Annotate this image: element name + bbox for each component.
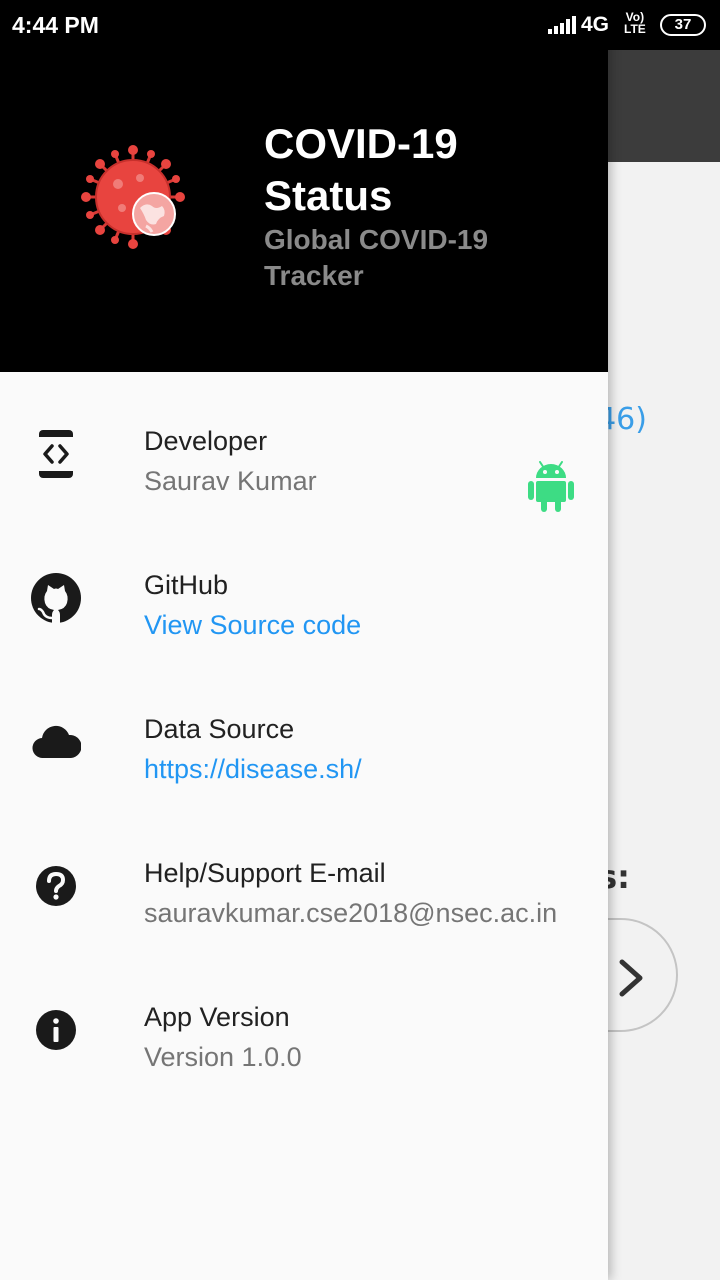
status-bar: 4:44 PM 4G Vo) LTE 37: [0, 0, 720, 50]
drawer-header: COVID-19 Status Global COVID-19 Tracker: [0, 0, 608, 372]
battery-indicator: 37: [660, 14, 706, 36]
volte-indicator: Vo) LTE: [624, 11, 646, 35]
drawer-item-subtitle: Saurav Kumar: [144, 466, 317, 496]
android-icon: [528, 461, 574, 512]
drawer-item-help-support[interactable]: Help/Support E-mail sauravkumar.cse2018@…: [0, 832, 608, 972]
virus-globe-logo: [81, 145, 185, 249]
help-icon: [30, 860, 82, 912]
drawer-item-data-source[interactable]: Data Source https://disease.sh/: [0, 688, 608, 828]
drawer-item-title: App Version: [144, 1002, 290, 1032]
drawer-item-title: Help/Support E-mail: [144, 858, 386, 888]
info-icon: [30, 1004, 82, 1056]
navigation-drawer: COVID-19 Status Global COVID-19 Tracker …: [0, 0, 608, 1280]
network-type-label: 4G: [581, 13, 610, 36]
signal-strength-icon: [548, 16, 576, 34]
view-source-link[interactable]: View Source code: [144, 610, 361, 641]
app-title: COVID-19 Status: [264, 120, 458, 219]
data-source-link[interactable]: https://disease.sh/: [144, 754, 362, 785]
github-icon: [30, 572, 82, 624]
developer-mode-icon: [30, 428, 82, 480]
app-screen: s 146) ) tus: 4:44 PM 4G Vo) LTE 37: [0, 0, 720, 1280]
cloud-icon: [30, 716, 82, 768]
drawer-item-app-version[interactable]: App Version Version 1.0.0: [0, 976, 608, 1116]
app-version-value: Version 1.0.0: [144, 1042, 302, 1072]
drawer-item-title: Developer: [144, 426, 268, 456]
support-email[interactable]: sauravkumar.cse2018@nsec.ac.in: [144, 898, 557, 929]
drawer-item-title: Data Source: [144, 714, 295, 744]
chevron-right-icon: [619, 959, 643, 997]
drawer-item-github[interactable]: GitHub View Source code: [0, 544, 608, 684]
status-time: 4:44 PM: [12, 12, 99, 38]
volte-line2: LTE: [624, 22, 646, 36]
app-subtitle: Global COVID-19 Tracker: [264, 224, 489, 291]
drawer-item-developer[interactable]: Developer Saurav Kumar: [0, 400, 608, 540]
drawer-item-title: GitHub: [144, 570, 229, 600]
